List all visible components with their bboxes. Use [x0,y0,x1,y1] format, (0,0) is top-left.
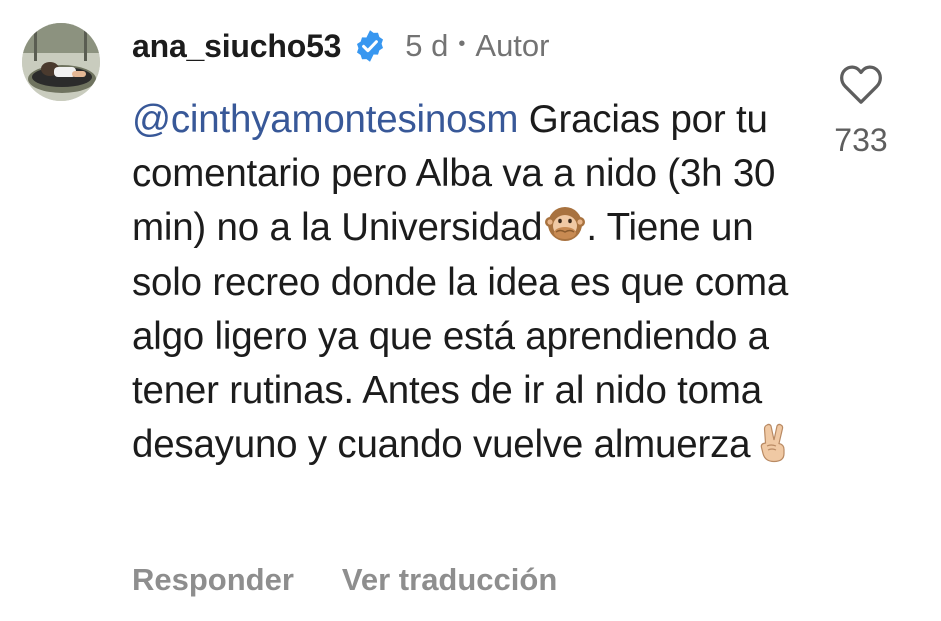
meta-separator: • [458,32,466,55]
author-label: Autor [475,28,550,63]
heart-icon[interactable] [838,64,884,106]
reply-button[interactable]: Responder [132,562,294,598]
comment-text: @cinthyamontesinosm Gracias por tu comen… [132,93,812,472]
avatar-image [22,23,100,101]
like-column: 733 [828,64,894,159]
comment-actions: Responder Ver traducción [132,562,557,598]
victory-hand-icon [752,421,794,463]
mention-link[interactable]: @cinthyamontesinosm [132,98,518,141]
speak-no-evil-monkey-icon [544,204,586,246]
comment: ana_siucho53 5 d • Autor @cinthyamontesi… [0,0,941,621]
verified-badge-icon [353,29,387,63]
avatar[interactable] [22,23,100,101]
see-translation-button[interactable]: Ver traducción [342,562,557,598]
comment-header: ana_siucho53 5 d • Autor [132,26,550,66]
like-count: 733 [834,122,888,158]
comment-timestamp: 5 d [405,28,449,63]
username[interactable]: ana_siucho53 [132,28,341,65]
